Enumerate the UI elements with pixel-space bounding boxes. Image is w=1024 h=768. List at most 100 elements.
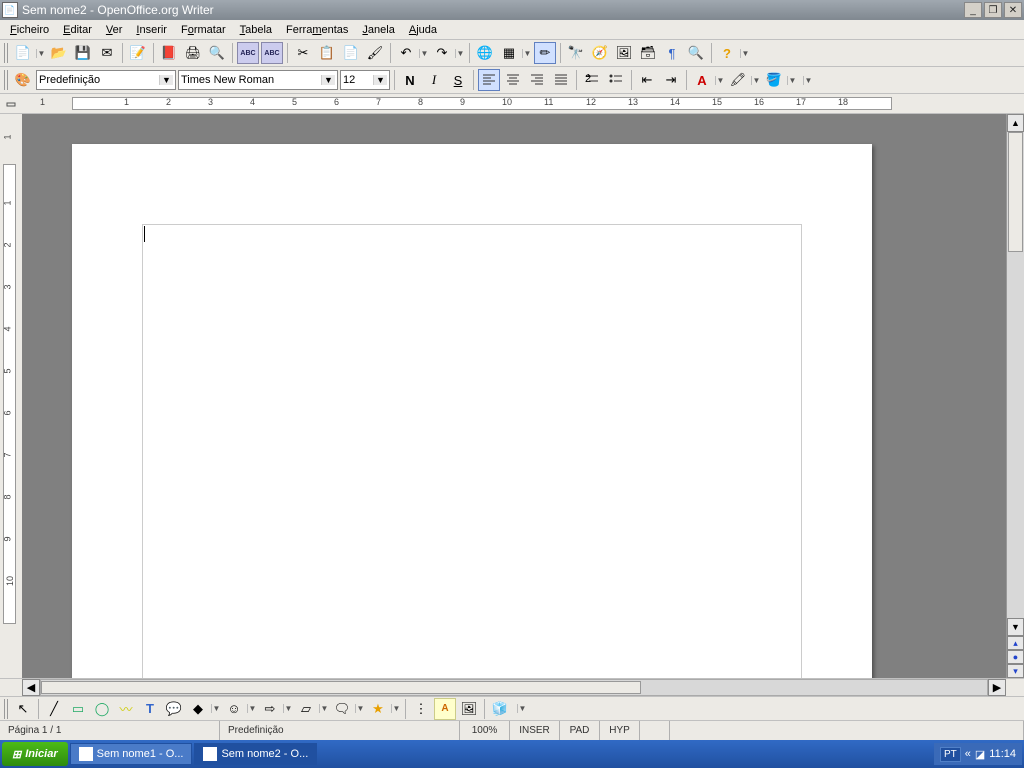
highlight-dropdown[interactable]: ▼ [751,76,761,85]
document-area[interactable] [22,114,1006,678]
nonprinting-button[interactable]: ¶ [661,42,683,64]
menu-ficheiro[interactable]: Ficheiro [4,22,55,38]
redo-button[interactable]: ↷ [431,42,453,64]
styles-button[interactable]: 🎨 [12,69,34,91]
paste-button[interactable]: 📄 [340,42,362,64]
menu-tabela[interactable]: Tabela [234,22,278,38]
scroll-h-thumb[interactable] [41,681,641,694]
font-color-button[interactable]: A [691,69,713,91]
hyperlink-button[interactable]: 🌐 [474,42,496,64]
points-button[interactable]: ⋮ [410,698,432,720]
new-dropdown[interactable]: ▼ [36,49,46,58]
menu-ferramentas[interactable]: Ferramentas [280,22,354,38]
print-button[interactable]: 🖨 [182,42,204,64]
rectangle-tool-button[interactable]: ▭ [67,698,89,720]
scroll-h-track[interactable] [40,679,988,696]
menu-janela[interactable]: Janela [356,22,400,38]
from-file-button[interactable]: 🖼 [458,698,480,720]
font-color-dropdown[interactable]: ▼ [715,76,725,85]
status-insert[interactable]: INSER [510,721,560,740]
symbol-shapes-button[interactable]: ☺ [223,698,245,720]
background-color-dropdown[interactable]: ▼ [787,76,797,85]
menu-formatar[interactable]: Formatar [175,22,232,38]
open-button[interactable]: 📂 [48,42,70,64]
fontwork-button[interactable]: A [434,698,456,720]
save-button[interactable]: 💾 [72,42,94,64]
freeform-tool-button[interactable]: 〰 [115,698,137,720]
taskbar-item-1[interactable]: Sem nome1 - O... [70,743,193,765]
symbol-shapes-dropdown[interactable]: ▼ [247,704,257,713]
close-button[interactable]: ✕ [1004,2,1022,18]
ellipse-tool-button[interactable]: ◯ [91,698,113,720]
line-tool-button[interactable]: ╱ [43,698,65,720]
toolbar-grip[interactable] [4,699,10,719]
callout-tool-button[interactable]: 💬 [163,698,185,720]
flowcharts-button[interactable]: ▱ [295,698,317,720]
table-dropdown[interactable]: ▼ [522,49,532,58]
vertical-scrollbar[interactable]: ▲ ▼ ▴ ● ▾ [1006,114,1024,678]
table-button[interactable]: ▦ [498,42,520,64]
text-tool-button[interactable]: T [139,698,161,720]
status-style[interactable]: Predefinição [220,721,460,740]
navigation-button[interactable]: ● [1007,650,1024,664]
undo-dropdown[interactable]: ▼ [419,49,429,58]
status-zoom[interactable]: 100% [460,721,510,740]
print-preview-button[interactable]: 🔍 [206,42,228,64]
minimize-button[interactable]: _ [964,2,982,18]
datasources-button[interactable]: 🗃 [637,42,659,64]
italic-button[interactable]: I [423,69,445,91]
select-tool-button[interactable]: ↖ [12,698,34,720]
page[interactable] [72,144,872,678]
ruler-corner[interactable] [0,94,22,113]
gallery-button[interactable]: 🖼 [613,42,635,64]
stars-button[interactable]: ★ [367,698,389,720]
flowcharts-dropdown[interactable]: ▼ [319,704,329,713]
increase-indent-button[interactable]: ⇥ [660,69,682,91]
restore-button[interactable]: ❐ [984,2,1002,18]
numbering-button[interactable]: 12 [581,69,603,91]
align-left-button[interactable] [478,69,500,91]
decrease-indent-button[interactable]: ⇤ [636,69,658,91]
font-name-combo[interactable]: Times New Roman▼ [178,70,338,90]
toolbar-overflow[interactable]: ▼ [740,49,750,58]
spellcheck-button[interactable]: ABC [237,42,259,64]
cut-button[interactable]: ✂ [292,42,314,64]
scroll-up-button[interactable]: ▲ [1007,114,1024,132]
basic-shapes-button[interactable]: ◆ [187,698,209,720]
toolbar-overflow[interactable]: ▼ [517,704,527,713]
autospellcheck-button[interactable]: ABC [261,42,283,64]
align-right-button[interactable] [526,69,548,91]
next-page-button[interactable]: ▾ [1007,664,1024,678]
status-sel[interactable] [640,721,670,740]
align-center-button[interactable] [502,69,524,91]
horizontal-scrollbar[interactable]: ◀ ▶ [0,678,1024,696]
toolbar-overflow[interactable]: ▼ [803,76,813,85]
find-button[interactable]: 🔭 [565,42,587,64]
horizontal-ruler[interactable]: 1123456789101112131415161718 [22,94,1024,113]
toolbar-grip[interactable] [4,43,10,63]
undo-button[interactable]: ↶ [395,42,417,64]
status-hyph[interactable]: HYP [600,721,640,740]
navigator-button[interactable]: 🧭 [589,42,611,64]
status-page[interactable]: Página 1 / 1 [0,721,220,740]
font-size-combo[interactable]: 12▼ [340,70,390,90]
format-paintbrush-button[interactable]: 🖌 [364,42,386,64]
align-justify-button[interactable] [550,69,572,91]
menu-ajuda[interactable]: Ajuda [403,22,443,38]
highlight-button[interactable]: 🖍 [727,69,749,91]
new-button[interactable]: 📄 [12,42,34,64]
vertical-ruler[interactable]: 112345678910 [0,114,22,678]
scroll-right-button[interactable]: ▶ [988,679,1006,696]
bullets-button[interactable] [605,69,627,91]
menu-editar[interactable]: Editar [57,22,98,38]
prev-page-button[interactable]: ▴ [1007,636,1024,650]
show-draw-button[interactable]: ✏ [534,42,556,64]
paragraph-style-combo[interactable]: Predefinição▼ [36,70,176,90]
redo-dropdown[interactable]: ▼ [455,49,465,58]
extrusion-button[interactable]: 🧊 [489,698,511,720]
zoom-button[interactable]: 🔍 [685,42,707,64]
callouts-button[interactable]: 🗨 [331,698,353,720]
scroll-down-button[interactable]: ▼ [1007,618,1024,636]
help-button[interactable]: ? [716,42,738,64]
scroll-v-track[interactable] [1007,132,1024,618]
